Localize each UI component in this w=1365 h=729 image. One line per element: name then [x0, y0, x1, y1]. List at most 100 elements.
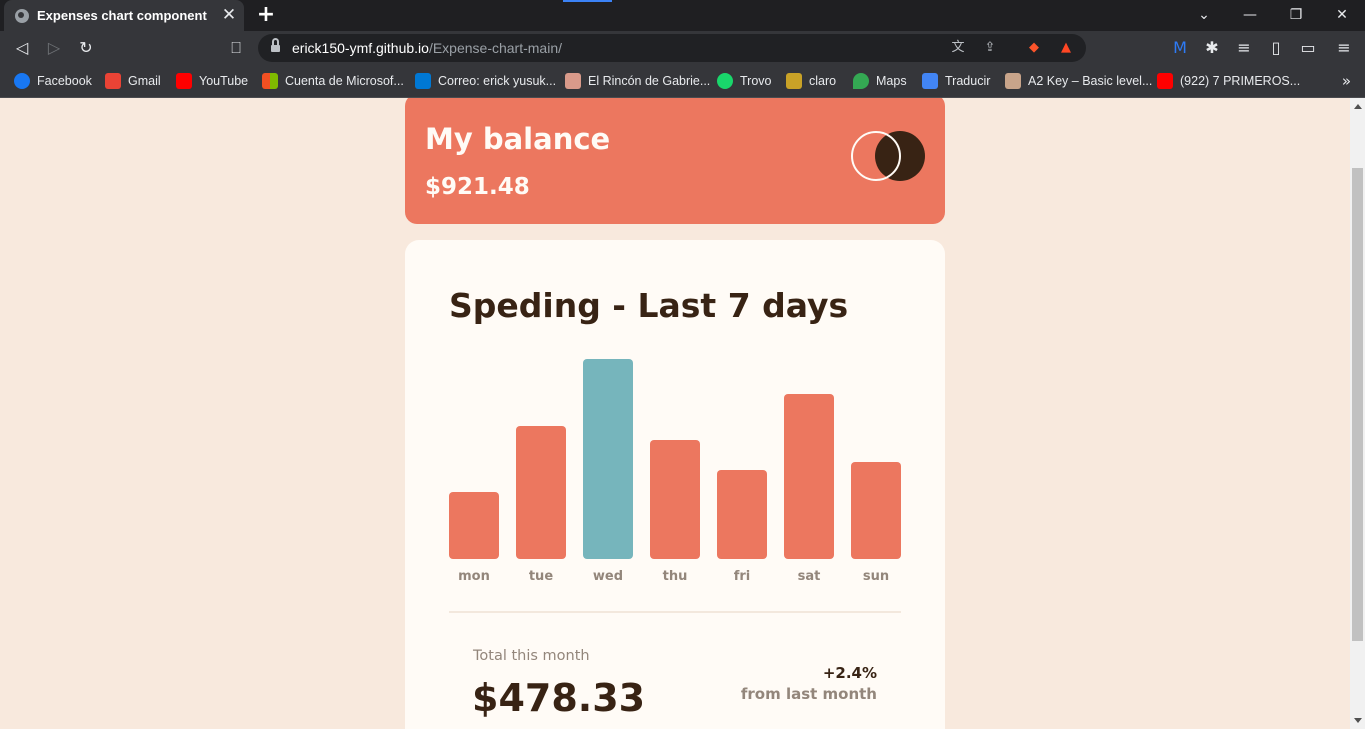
day-label-fri: fri	[734, 569, 751, 584]
change-label: from last month	[740, 685, 877, 703]
gmail-icon	[105, 73, 121, 89]
scroll-up-icon[interactable]	[1354, 104, 1362, 109]
maps-icon	[853, 73, 869, 89]
divider	[449, 611, 901, 613]
bookmark-item[interactable]: Correo: erick yusuk...	[415, 72, 556, 90]
bar-mon[interactable]	[449, 492, 499, 559]
facebook-icon	[14, 73, 30, 89]
browser-titlebar: Expenses chart component ✕ + ⌄ — ❐ ✕	[0, 0, 1365, 31]
bar-fri[interactable]	[717, 470, 767, 559]
balance-amount: $921.48	[425, 174, 530, 200]
balance-label: My balance	[425, 122, 611, 156]
restore-button[interactable]: ❐	[1273, 0, 1319, 31]
microsoft-icon	[262, 73, 278, 89]
spending-bar-chart: mon tue wed thu fri sat sun	[449, 359, 901, 584]
url-path: /Expense-chart-main/	[428, 40, 563, 56]
lock-icon[interactable]	[271, 38, 280, 53]
bookmark-label: A2 Key – Basic level...	[1028, 74, 1153, 88]
bar-thu[interactable]	[650, 440, 700, 559]
globe-icon	[15, 8, 29, 23]
spending-title: Speding - Last 7 days	[449, 286, 849, 325]
extension-m-icon[interactable]: M	[1169, 37, 1191, 59]
day-label-wed: wed	[593, 569, 623, 584]
cambridge-icon	[1005, 73, 1021, 89]
total-label: Total this month	[473, 648, 590, 664]
day-label-mon: mon	[458, 569, 490, 584]
new-tab-button[interactable]: +	[256, 4, 276, 26]
day-label-tue: tue	[529, 569, 553, 584]
spending-card: Speding - Last 7 days mon tue wed thu fri sat…	[405, 240, 945, 729]
bookmark-item[interactable]: A2 Key – Basic level...	[1005, 72, 1152, 90]
url-text[interactable]: erick150-ymf.github.io/Expense-chart-mai…	[292, 40, 562, 56]
trovo-icon	[717, 73, 733, 89]
day-label-thu: thu	[663, 569, 688, 584]
bookmark-label: El Rincón de Gabrie...	[588, 74, 711, 88]
bookmark-item[interactable]: (922) 7 PRIMEROS...	[1157, 72, 1300, 90]
bookmark-label: claro	[809, 74, 837, 88]
bookmarks-bar: Facebook Gmail YouTube Cuenta de Microso…	[0, 65, 1365, 98]
back-icon[interactable]: ◁	[11, 37, 33, 59]
bookmark-label: (922) 7 PRIMEROS...	[1180, 74, 1301, 88]
menu-icon[interactable]: ≡	[1333, 37, 1355, 59]
youtube-icon	[176, 73, 192, 89]
bar-tue[interactable]	[516, 426, 566, 559]
address-bar[interactable]: erick150-ymf.github.io/Expense-chart-mai…	[258, 34, 1086, 62]
bookmarks-overflow-icon[interactable]: »	[1342, 72, 1351, 90]
bookmark-label: Maps	[876, 74, 907, 88]
outlook-icon	[415, 73, 431, 89]
translate-icon	[922, 73, 938, 89]
youtube-icon	[1157, 73, 1173, 89]
bookmark-item[interactable]: El Rincón de Gabrie...	[565, 72, 710, 90]
page-viewport: My balance $921.48 Speding - Last 7 days…	[0, 98, 1350, 729]
bookmark-item[interactable]: Traducir	[922, 72, 990, 90]
tab-strip-indicator	[563, 0, 612, 2]
wallet-icon[interactable]: ▭	[1297, 37, 1319, 59]
bookmark-item[interactable]: Facebook	[14, 72, 92, 90]
logo-icon	[851, 131, 925, 181]
translate-page-icon[interactable]: 文	[948, 38, 968, 58]
browser-tab[interactable]: Expenses chart component ✕	[4, 0, 244, 31]
bar-sat[interactable]	[784, 394, 834, 559]
forward-icon[interactable]: ▷	[43, 37, 65, 59]
bookmark-item[interactable]: Cuenta de Microsof...	[262, 72, 404, 90]
scrollbar-thumb[interactable]	[1352, 168, 1363, 641]
page-scrollbar[interactable]	[1350, 98, 1365, 729]
bookmark-icon[interactable]: ⎕	[225, 37, 247, 59]
bookmark-label: Correo: erick yusuk...	[438, 74, 557, 88]
close-window-button[interactable]: ✕	[1319, 0, 1365, 31]
bookmark-item[interactable]: Maps	[853, 72, 907, 90]
tab-title: Expenses chart component	[37, 8, 207, 23]
bookmark-label: Gmail	[128, 74, 161, 88]
day-label-sat: sat	[798, 569, 821, 584]
bookmark-label: Trovo	[740, 74, 772, 88]
bookmark-label: YouTube	[199, 74, 249, 88]
scroll-down-icon[interactable]	[1354, 718, 1362, 723]
balance-card: My balance $921.48	[405, 98, 945, 224]
brave-shields-icon[interactable]: ◆	[1024, 38, 1044, 58]
bar-sun[interactable]	[851, 462, 901, 559]
bookmark-label: Facebook	[37, 74, 92, 88]
browser-toolbar: ◁ ▷ ↻ ⎕ erick150-ymf.github.io/Expense-c…	[0, 31, 1365, 65]
tab-search-icon[interactable]: ⌄	[1181, 0, 1227, 31]
change-percent: +2.4%	[822, 664, 877, 682]
url-host: erick150-ymf.github.io	[292, 40, 429, 56]
claro-icon	[786, 73, 802, 89]
bar-wed[interactable]	[583, 359, 633, 559]
reload-icon[interactable]: ↻	[75, 37, 97, 59]
close-tab-icon[interactable]: ✕	[220, 6, 238, 24]
share-icon[interactable]: ⇪	[980, 38, 1000, 58]
bookmark-item[interactable]: YouTube	[176, 72, 248, 90]
rincon-icon	[565, 73, 581, 89]
bookmark-item[interactable]: claro	[786, 72, 836, 90]
bookmark-label: Cuenta de Microsof...	[285, 74, 404, 88]
sidebar-icon[interactable]: ▯	[1265, 37, 1287, 59]
bookmark-item[interactable]: Trovo	[717, 72, 772, 90]
media-controls-icon[interactable]: ≡	[1233, 37, 1255, 59]
bookmark-label: Traducir	[945, 74, 991, 88]
brave-rewards-icon[interactable]: ▲	[1056, 38, 1076, 58]
extensions-icon[interactable]: ✱	[1201, 37, 1223, 59]
total-amount: $478.33	[472, 676, 646, 720]
day-label-sun: sun	[863, 569, 889, 584]
minimize-button[interactable]: —	[1227, 0, 1273, 31]
bookmark-item[interactable]: Gmail	[105, 72, 161, 90]
